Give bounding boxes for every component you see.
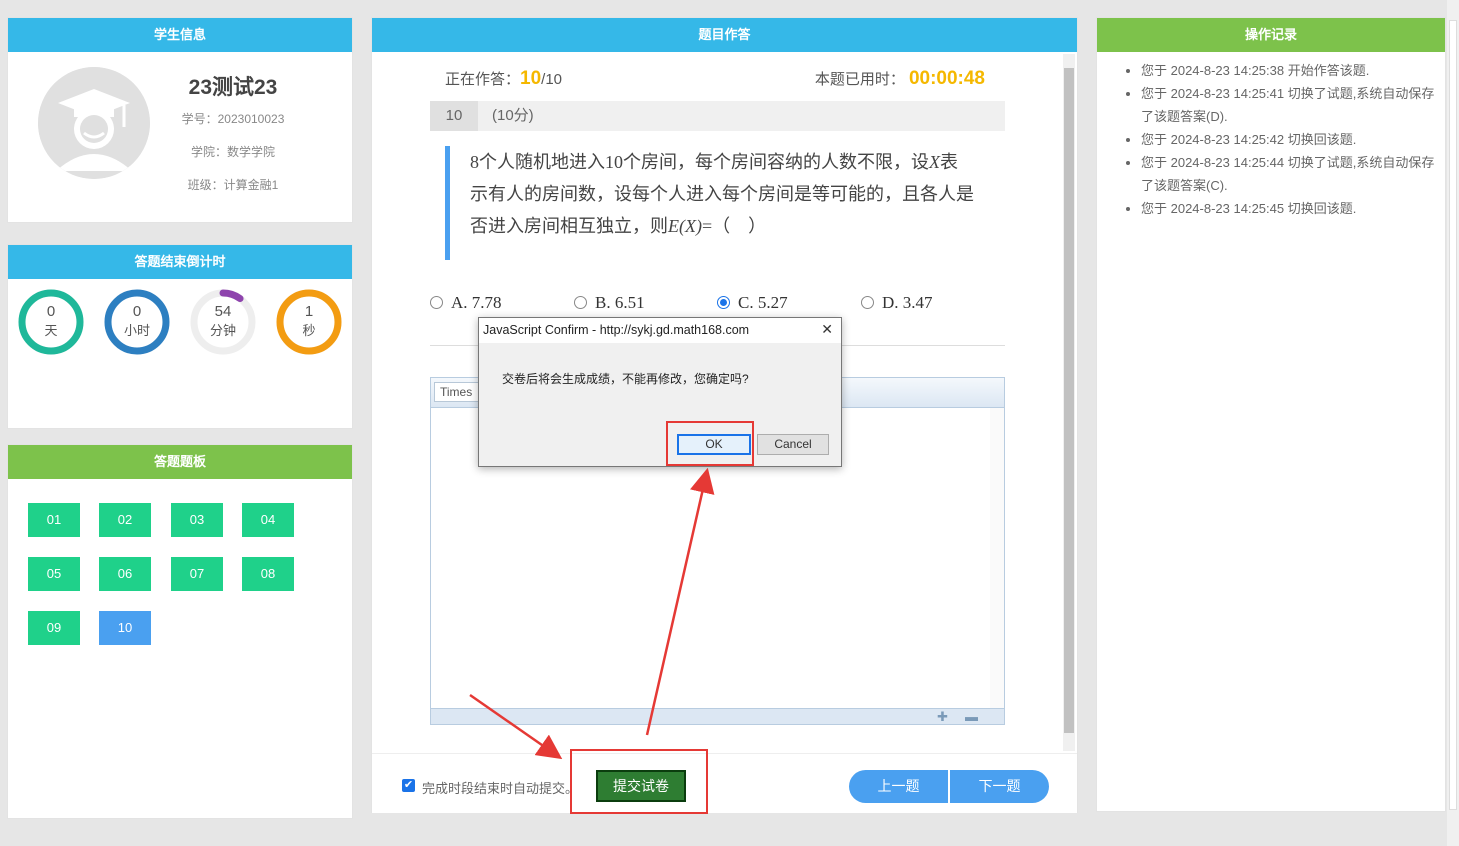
- arrow-to-submit-icon: [469, 693, 563, 760]
- annotation-arrows: [469, 467, 715, 760]
- arrow-to-ok-icon: [645, 467, 715, 736]
- exam-page: 学生信息 23测试23 学号：2023010023 学院：数学学院 班级：计算金…: [0, 0, 1459, 846]
